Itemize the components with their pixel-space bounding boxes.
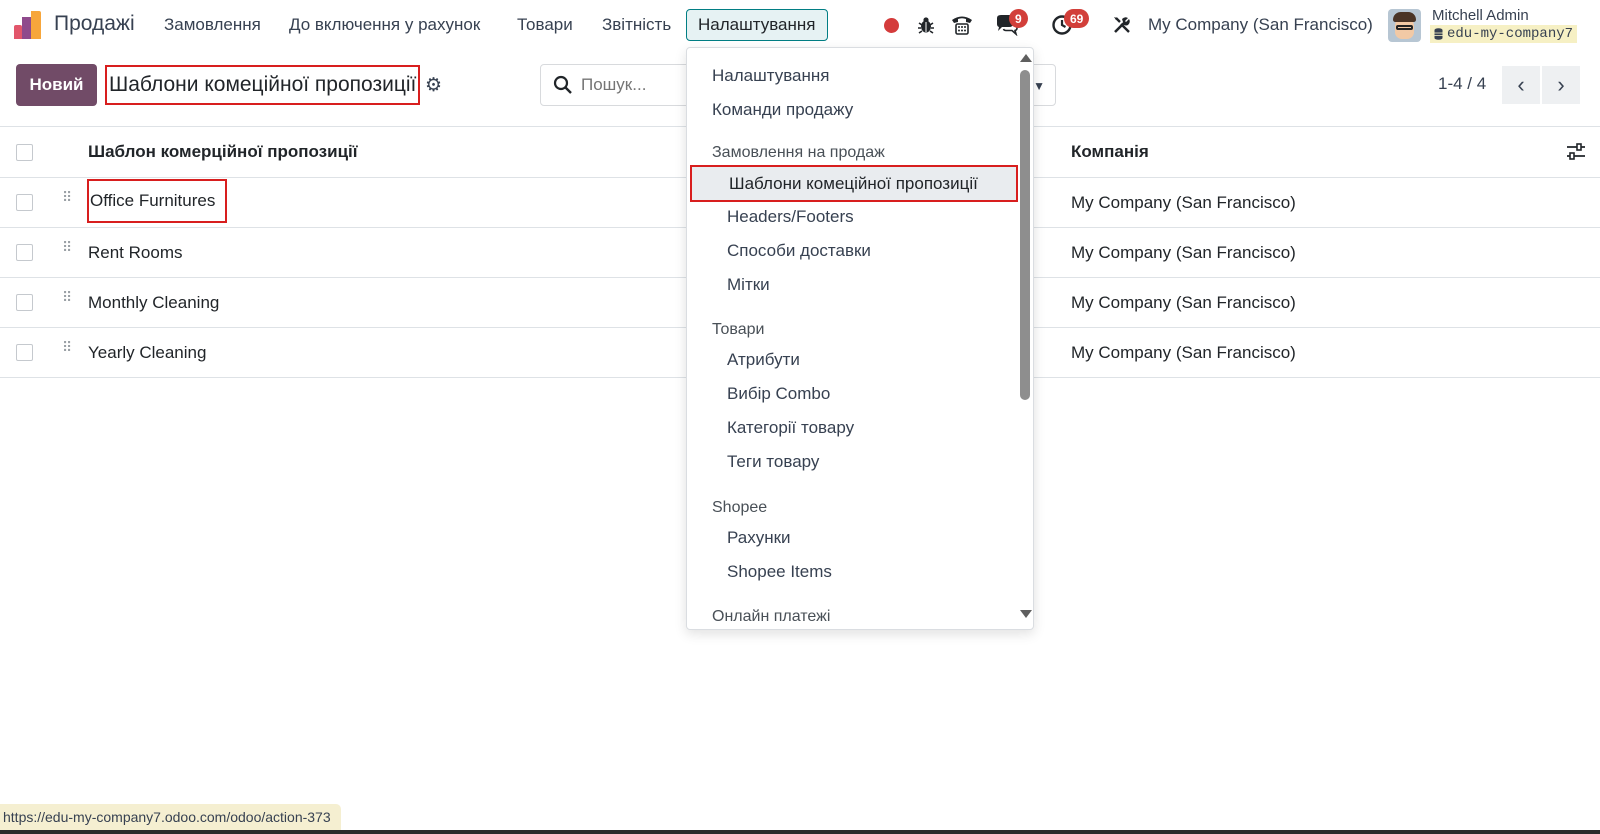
- dropdown-section-sales-orders: Замовлення на продаж: [712, 144, 885, 161]
- search-toggle-icon[interactable]: ▼: [1033, 79, 1045, 93]
- drag-handle-icon[interactable]: ⠿: [62, 340, 72, 362]
- dropdown-item-shopee-items[interactable]: Shopee Items: [727, 562, 832, 582]
- dropdown-section-online-payments: Онлайн платежі: [712, 608, 831, 625]
- menu-products[interactable]: Товари: [517, 15, 573, 35]
- row-company: My Company (San Francisco): [1071, 193, 1296, 212]
- dropdown-item-quotation-templates[interactable]: Шаблони комеційної пропозиції: [690, 165, 1018, 202]
- pager-value[interactable]: 1-4 / 4: [1438, 74, 1486, 94]
- database-name: edu-my-company7: [1447, 26, 1574, 42]
- database-chip: edu-my-company7: [1430, 25, 1578, 43]
- dropdown-section-shopee: Shopee: [712, 499, 768, 516]
- dropdown-item-product-categories[interactable]: Категорії товару: [727, 418, 854, 438]
- activity-badge: 69: [1064, 9, 1090, 28]
- company-switcher[interactable]: My Company (San Francisco): [1148, 15, 1373, 35]
- page-title: Шаблони комеційної пропозиції: [105, 65, 421, 105]
- app-name[interactable]: Продажі: [54, 12, 135, 36]
- tools-icon[interactable]: [1110, 13, 1134, 37]
- row-company: My Company (San Francisco): [1071, 343, 1296, 362]
- scroll-up-icon[interactable]: [1020, 54, 1032, 62]
- column-header-template[interactable]: Шаблон комерційної пропозиції: [88, 142, 358, 162]
- drag-handle-icon[interactable]: ⠿: [62, 190, 72, 212]
- app-logo-icon[interactable]: [14, 11, 42, 39]
- drag-handle-icon[interactable]: ⠿: [62, 290, 72, 312]
- row-template-name[interactable]: Rent Rooms: [88, 243, 182, 263]
- row-checkbox[interactable]: [16, 244, 33, 261]
- menu-configuration[interactable]: Налаштування: [686, 9, 828, 41]
- scrollbar-thumb[interactable]: [1020, 70, 1030, 400]
- row-template-name[interactable]: Office Furnitures: [87, 179, 228, 223]
- user-avatar[interactable]: [1388, 9, 1421, 42]
- row-company: My Company (San Francisco): [1071, 243, 1296, 262]
- dropdown-item-delivery-methods[interactable]: Способи доставки: [727, 241, 871, 261]
- column-header-company[interactable]: Компанія: [1071, 142, 1149, 162]
- page-title-text: Шаблони комеційної пропозиції: [109, 73, 417, 96]
- new-button[interactable]: Новий: [16, 64, 97, 106]
- record-icon[interactable]: [884, 18, 899, 33]
- menu-orders[interactable]: Замовлення: [164, 15, 261, 35]
- drag-handle-icon[interactable]: ⠿: [62, 240, 72, 262]
- status-url: https://edu-my-company7.odoo.com/odoo/ac…: [0, 804, 341, 830]
- dropdown-section-products: Товари: [712, 321, 765, 338]
- dropdown-scrollbar[interactable]: [1016, 48, 1034, 628]
- window-bottom-border: [0, 830, 1600, 834]
- search-input[interactable]: [581, 73, 701, 97]
- dropdown-item-settings[interactable]: Налаштування: [712, 66, 830, 86]
- row-company: My Company (San Francisco): [1071, 293, 1296, 312]
- user-name[interactable]: Mitchell Admin: [1432, 7, 1529, 24]
- dropdown-item-sales-teams[interactable]: Команди продажу: [712, 100, 853, 120]
- select-all-checkbox[interactable]: [16, 144, 33, 161]
- chat-badge: 9: [1009, 9, 1028, 28]
- menu-to-invoice[interactable]: До включення у рахунок: [289, 15, 480, 35]
- optional-columns-icon[interactable]: [1566, 143, 1586, 166]
- row-template-name[interactable]: Monthly Cleaning: [88, 293, 219, 313]
- pager-next-button[interactable]: ›: [1542, 66, 1580, 104]
- search-icon: [553, 75, 573, 100]
- gear-icon[interactable]: ⚙: [425, 74, 442, 97]
- bug-icon[interactable]: [914, 13, 938, 37]
- row-checkbox[interactable]: [16, 194, 33, 211]
- row-template-name[interactable]: Yearly Cleaning: [88, 343, 206, 363]
- dropdown-item-tags[interactable]: Мітки: [727, 275, 770, 295]
- database-icon: [1434, 28, 1443, 40]
- phone-icon[interactable]: [950, 13, 974, 37]
- top-navbar: Продажі Замовлення До включення у рахуно…: [0, 0, 1600, 50]
- menu-reporting[interactable]: Звітність: [602, 15, 671, 35]
- dropdown-item-headers-footers[interactable]: Headers/Footers: [727, 207, 854, 227]
- dropdown-item-combo-choices[interactable]: Вибір Combo: [727, 384, 830, 404]
- row-checkbox[interactable]: [16, 294, 33, 311]
- dropdown-item-attributes[interactable]: Атрибути: [727, 350, 800, 370]
- pager-previous-button[interactable]: ‹: [1502, 66, 1540, 104]
- dropdown-item-shopee-invoices[interactable]: Рахунки: [727, 528, 791, 548]
- scroll-down-icon[interactable]: [1020, 610, 1032, 618]
- row-checkbox[interactable]: [16, 344, 33, 361]
- dropdown-item-product-tags[interactable]: Теги товару: [727, 452, 819, 472]
- configuration-dropdown: Налаштування Команди продажу Замовлення …: [686, 47, 1034, 630]
